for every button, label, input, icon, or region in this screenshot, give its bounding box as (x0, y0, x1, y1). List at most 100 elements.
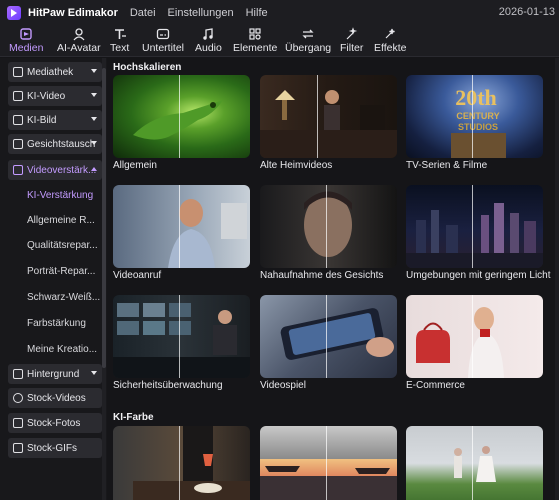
tab-label: Übergang (285, 42, 332, 54)
card-label: Allgemein (113, 160, 157, 171)
effects-icon (385, 28, 395, 39)
sidebar-scrollbar-thumb[interactable] (102, 68, 106, 368)
tab-untertitel[interactable]: Untertitel (142, 27, 184, 55)
sidebar-item-ki-bild[interactable]: KI-Bild (8, 110, 102, 130)
tab-label: Filter (340, 42, 364, 54)
tab-label: AI-Avatar (57, 42, 101, 54)
avatar-icon (73, 28, 85, 41)
tab-uebergang[interactable]: Übergang (285, 27, 331, 55)
chevron-down-icon (91, 141, 97, 145)
ai-video-icon (13, 91, 23, 101)
sidebar-item-label: Stock-Videos (27, 392, 86, 404)
thumbnail-night-city (406, 185, 543, 268)
split-line (179, 185, 180, 268)
video-call-illustration (168, 199, 247, 268)
logo-text-20th: 20th (455, 85, 497, 110)
stock-photo-icon (13, 418, 23, 428)
sidebar-item-label: Hintergrund (27, 368, 80, 380)
sidebar-subitem-farbstaerkung[interactable]: Farbstärkung (27, 318, 86, 329)
sidebar-item-label: Mediathek (27, 66, 74, 78)
thumbnail-lizard (113, 75, 250, 158)
sidebar-item-videoverstaerkung[interactable]: Videoverstärk... (8, 160, 102, 180)
sidebar-item-label: KI-Bild (27, 114, 57, 126)
split-line (472, 295, 473, 378)
face-swap-icon (13, 139, 23, 149)
elements-icon (249, 28, 261, 40)
sidebar-subitem-ki-verstaerkung[interactable]: KI-Verstärkung (27, 190, 93, 201)
studio-logo-illustration: 20th CENTURY STUDIOS (451, 85, 506, 158)
app-window: HitPaw Edimakor Datei Einstellungen Hilf… (0, 0, 559, 500)
thumbnail-home-videos (260, 75, 397, 158)
sidebar-subitem-portraet-reparatur[interactable]: Porträt-Repar... (27, 266, 95, 277)
sidebar-item-mediathek[interactable]: Mediathek (8, 62, 102, 82)
menu-hilfe[interactable]: Hilfe (246, 7, 268, 19)
sidebar-item-ki-video[interactable]: KI-Video (8, 86, 102, 106)
transition-icon (302, 29, 314, 39)
sidebar-item-label: Videoverstärk... (27, 164, 97, 176)
thumbnail-security (113, 295, 250, 378)
sidebar-item-hintergrund[interactable]: Hintergrund (8, 364, 102, 384)
dining-illustration (133, 426, 250, 500)
tab-ai-avatar[interactable]: AI-Avatar (57, 27, 101, 55)
couple-illustration (454, 446, 496, 482)
tab-effekte[interactable]: Effekte (374, 27, 407, 55)
sidebar-item-stock-fotos[interactable]: Stock-Fotos (8, 413, 102, 433)
tab-filter[interactable]: Filter (340, 27, 363, 55)
sidebar-scrollbar[interactable] (102, 58, 106, 500)
date-display: 2026-01-13 (498, 6, 555, 18)
content-scrollbar[interactable] (555, 58, 559, 500)
shopping-illustration (416, 307, 504, 378)
sidebar: Mediathek KI-Video KI-Bild Gesichtstausc… (0, 58, 107, 500)
sidebar-item-stock-videos[interactable]: Stock-Videos (8, 388, 102, 408)
tab-text[interactable]: Text (110, 27, 129, 55)
sidebar-item-label: KI-Video (27, 90, 66, 102)
sidebar-item-stock-gifs[interactable]: Stock-GIFs (8, 438, 102, 458)
chevron-down-icon (91, 69, 97, 73)
face-illustration (304, 191, 352, 257)
split-line (179, 75, 180, 158)
card-label: Umgebungen mit geringem Licht (406, 270, 551, 281)
media-icon (20, 28, 32, 40)
city-illustration (406, 203, 543, 268)
tab-elemente[interactable]: Elemente (233, 27, 277, 55)
video-enhance-icon (13, 165, 23, 175)
title-bar: HitPaw Edimakor Datei Einstellungen Hilf… (0, 0, 559, 25)
logo-text-studios: STUDIOS (458, 122, 498, 132)
thumbnail-face-closeup (260, 185, 397, 268)
room-illustration (260, 90, 397, 158)
app-name: HitPaw Edimakor (28, 6, 118, 19)
subtitle-icon (156, 28, 170, 40)
sidebar-subitem-qualitaetsreparatur[interactable]: Qualitätsrepar... (27, 240, 98, 251)
text-icon (114, 29, 126, 39)
tab-audio[interactable]: Audio (195, 27, 222, 55)
chevron-down-icon (91, 117, 97, 121)
menu-datei[interactable]: Datei (130, 7, 156, 19)
menu-einstellungen[interactable]: Einstellungen (168, 7, 234, 19)
tab-medien[interactable]: Medien (9, 27, 43, 55)
card-label: Sicherheitsüberwachung (113, 380, 223, 391)
card-label: TV-Serien & Filme (406, 160, 488, 171)
thumbnail-studio-logo: 20th CENTURY STUDIOS (406, 75, 543, 158)
card-label: E-Commerce (406, 380, 465, 391)
lizard-illustration (133, 100, 223, 140)
sidebar-item-label: Gesichtstausch (27, 138, 96, 150)
thumbnail-video-call (113, 185, 250, 268)
tab-label: Medien (9, 42, 44, 54)
sidebar-subitem-allgemeine[interactable]: Allgemeine R... (27, 215, 95, 226)
logo-text-century: CENTURY (456, 111, 499, 121)
content-panel: Hochskalieren Allgemein Alte Heimvideos … (108, 58, 559, 500)
tab-label: Audio (195, 42, 222, 54)
security-monitors-illustration (113, 303, 250, 378)
phone-game-illustration (280, 308, 394, 360)
sidebar-item-label: Stock-GIFs (27, 442, 78, 454)
thumbnail-dining (113, 426, 250, 500)
sidebar-subitem-meine-kreationen[interactable]: Meine Kreatio... (27, 344, 97, 355)
card-label: Alte Heimvideos (260, 160, 333, 171)
background-icon (13, 369, 23, 379)
thumbnail-couple (406, 426, 543, 500)
sidebar-item-gesichtstausch[interactable]: Gesichtstausch (8, 134, 102, 154)
sidebar-item-label: Stock-Fotos (27, 417, 81, 429)
sidebar-subitem-schwarz-weiss[interactable]: Schwarz-Weiß... (27, 292, 100, 303)
split-line (179, 426, 180, 500)
folder-icon (13, 67, 23, 77)
